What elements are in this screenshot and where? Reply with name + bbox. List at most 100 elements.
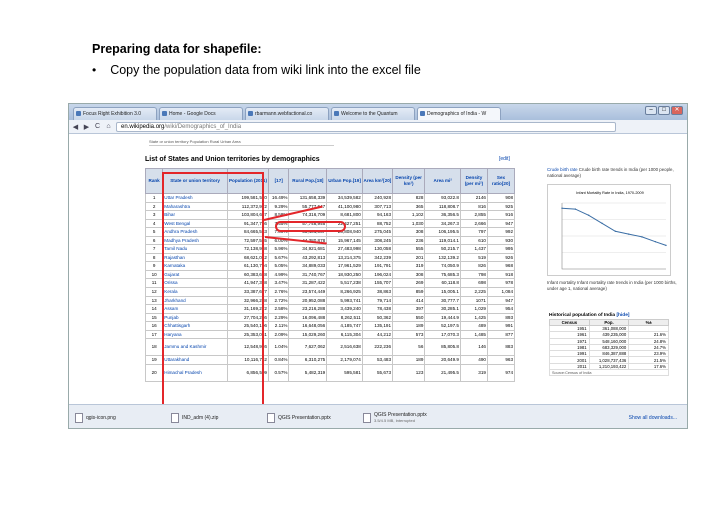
column-header[interactable]: State or union territory (162, 168, 228, 194)
table-cell: 9 (144, 261, 164, 271)
table-cell: 50,215.7 (424, 244, 461, 254)
table-cell: 189 (392, 355, 426, 365)
table-cell: 8 (144, 252, 164, 263)
state-link[interactable]: West Bengal (162, 218, 228, 229)
table-cell: 2,225 (459, 287, 488, 297)
state-link[interactable]: Madhya Pradesh (162, 235, 228, 246)
table-cell: 7 (144, 244, 164, 254)
table-row: 4 West Bengal 91,347,736 7.55% 57,748,946 22,… (144, 218, 516, 229)
table-cell: 12,548,926 (226, 338, 269, 357)
state-link[interactable]: Uttar Pradesh (162, 193, 228, 203)
hide-link[interactable]: [hide] (616, 313, 629, 318)
table-cell: 1,437 (459, 244, 488, 254)
chart-caption: Infant mortality Infant mortality rate t… (547, 280, 677, 291)
reload-icon[interactable]: C (94, 123, 101, 130)
table-cell: 135,191 (361, 321, 394, 331)
column-header[interactable]: [17] (267, 168, 290, 194)
table-cell: 4.99% (267, 269, 290, 280)
table-cell: 34,889,033 (288, 261, 328, 271)
table-cell: 968 (486, 261, 516, 271)
download-item[interactable]: QGIS Presentation.pptx 3.5/4.5 MB, Interr… (363, 412, 449, 423)
table-cell: 60,383,628 (226, 269, 269, 280)
address-bar[interactable]: en.wikipedia.org/wiki/Demographics_of_In… (116, 121, 616, 132)
download-item[interactable]: QGIS Presentation.pptx (267, 412, 353, 423)
tab-focus-right[interactable]: Focus Right Exhibition 3.0 (73, 107, 157, 120)
table-cell: 57,748,946 (288, 218, 328, 229)
column-header[interactable]: Rural Pop.[18] (288, 168, 328, 194)
table-cell: 859 (392, 287, 426, 297)
tab-webfactional[interactable]: rbarmann.webfactional.co (245, 107, 329, 120)
back-icon[interactable]: ◀ (72, 123, 79, 131)
column-header[interactable]: Area km²[20] (361, 168, 394, 194)
table-cell: 20,649.9 (424, 355, 461, 365)
table-cell: 307,713 (361, 201, 394, 212)
column-header[interactable]: Density (per km²) (392, 168, 426, 194)
table-cell: 797 (459, 227, 488, 237)
table-cell: 7.55% (267, 218, 290, 229)
state-link[interactable]: Haryana (162, 329, 228, 340)
state-link[interactable]: Orissa (162, 278, 228, 288)
tab-demographics[interactable]: Demographics of India - W (417, 107, 501, 120)
table-cell: 132,139.2 (424, 252, 461, 263)
download-bar: qgis-icon.png IND_adm (4).zip QGIS Prese… (69, 404, 687, 428)
table-cell: 5.05% (267, 261, 290, 271)
column-header[interactable]: Population (2011) (226, 168, 269, 194)
state-link[interactable]: Jharkhand (162, 295, 228, 306)
table-cell: 25,540,196 (226, 321, 269, 331)
edit-link[interactable]: [edit] (499, 156, 510, 162)
table-cell: 308,245 (361, 235, 394, 246)
table-cell: 2,179,074 (326, 355, 363, 365)
state-link[interactable]: Tamil Nadu (162, 244, 228, 254)
close-button[interactable]: ✕ (671, 106, 683, 115)
bullet-text: Copy the population data from wiki link … (110, 63, 421, 77)
download-item[interactable]: qgis-icon.png (75, 412, 161, 423)
table-cell: 88,752 (361, 218, 394, 229)
table-cell: 974 (486, 363, 516, 382)
table-cell: 20,808,940 (326, 227, 363, 237)
table-cell: 34,267.3 (424, 218, 461, 229)
table-cell: 94,163 (361, 210, 394, 220)
download-item[interactable]: IND_adm (4).zip (171, 412, 257, 423)
table-cell: 918 (486, 269, 516, 280)
tab-quantum[interactable]: Welcome to the Quantum (331, 107, 415, 120)
table-cell: 2146 (459, 193, 488, 203)
table-cell: 2.09% (267, 329, 290, 340)
forward-icon[interactable]: ▶ (83, 123, 90, 131)
state-link[interactable]: Maharashtra (162, 201, 228, 212)
column-header[interactable]: Rank (144, 168, 164, 194)
table-row: 20 Himachal Pradesh 6,856,509 0.57% 5,482,31… (144, 363, 516, 382)
home-icon[interactable]: ⌂ (105, 123, 112, 130)
state-link[interactable]: Punjab (162, 312, 228, 323)
state-link[interactable]: Bihar (162, 210, 228, 220)
column-header[interactable]: Sex ratio[20] (486, 168, 516, 194)
minimize-button[interactable]: – (645, 106, 657, 115)
table-cell: 2,666 (459, 218, 488, 229)
table-cell: 269 (392, 278, 426, 288)
show-all-downloads-link[interactable]: Show all downloads... (629, 415, 677, 421)
table-cell: 947 (486, 295, 516, 306)
table-cell: 25,353,081 (226, 329, 269, 340)
state-link[interactable]: Rajasthan (162, 252, 228, 263)
maximize-button[interactable]: □ (658, 106, 670, 115)
table-cell: 22,427,251 (326, 218, 363, 229)
column-header[interactable]: Density (per mi²) (459, 168, 488, 194)
table-cell: 308 (392, 227, 426, 237)
state-link[interactable]: Uttarakhand (162, 355, 228, 365)
state-link[interactable]: Kerala (162, 287, 228, 297)
tab-google-docs[interactable]: Home - Google Docs (159, 107, 243, 120)
table-cell: 926 (486, 252, 516, 263)
state-link[interactable]: Gujarat (162, 269, 228, 280)
table-cell: 36,356.5 (424, 210, 461, 220)
column-header[interactable]: Urban Pop.[19] (326, 168, 363, 194)
table-row: 8 Rajasthan 68,621,012 5.67% 43,292,813 13,21… (144, 252, 516, 263)
state-link[interactable]: Chhattisgarh (162, 321, 228, 331)
table-cell: 78,438 (361, 304, 394, 314)
table-cell: 877 (486, 329, 516, 340)
table-cell: 397 (392, 304, 426, 314)
state-link[interactable]: Himachal Pradesh (162, 363, 228, 382)
column-header[interactable]: Area mi² (424, 168, 461, 194)
state-link[interactable]: Andhra Pradesh (162, 227, 228, 237)
state-link[interactable]: Karnataka (162, 261, 228, 271)
state-link[interactable]: Jammu and Kashmir (162, 338, 228, 357)
state-link[interactable]: Assam (162, 304, 228, 314)
